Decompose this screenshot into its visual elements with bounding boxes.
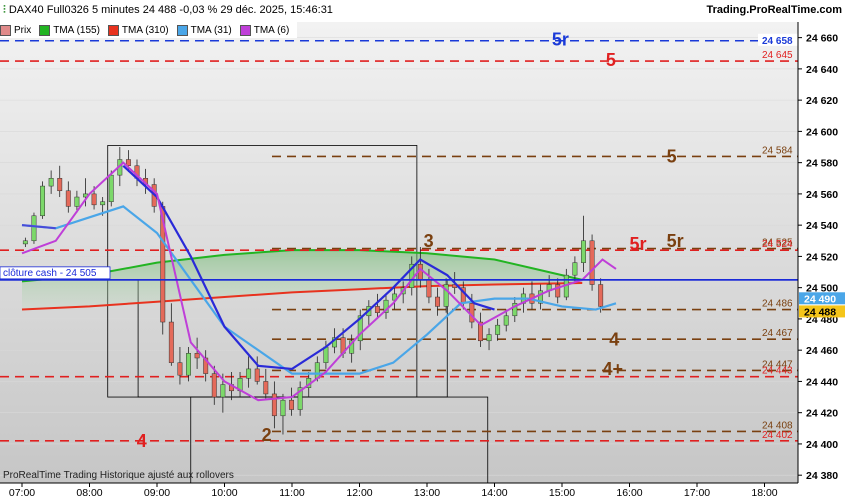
legend-swatch-icon [176, 24, 188, 36]
candle-body [503, 315, 509, 326]
candle-body [374, 306, 380, 313]
y-tick-label: 24 600 [806, 126, 838, 138]
candle-body [289, 399, 295, 410]
level-label: 24 645 [762, 50, 793, 61]
candle-body [22, 240, 28, 245]
level-label: 24 402 [762, 430, 793, 441]
wave-annotation: 4 [609, 329, 619, 349]
y-tick-label: 24 560 [806, 189, 838, 201]
wave-annotation: 5r [630, 234, 647, 254]
candle-body [589, 240, 595, 285]
level-label: 24 467 [762, 328, 793, 339]
candle-body [177, 362, 183, 376]
wave-annotation: 5r [667, 231, 684, 251]
wave-annotation: 5r [552, 29, 569, 49]
candle-body [263, 381, 269, 395]
legend-item-tma310[interactable]: TMA (310) [107, 24, 169, 36]
candle-body [581, 240, 586, 263]
candle-body [426, 279, 432, 298]
candle-body [435, 296, 440, 307]
candle-body [323, 346, 329, 363]
candle-body [65, 190, 71, 207]
candle-body [572, 262, 578, 276]
candle-body [100, 201, 106, 206]
candle-body [495, 324, 501, 335]
footer-note: ProRealTime Trading Historique ajusté au… [3, 470, 234, 481]
level-label: 24 486 [762, 299, 793, 310]
y-tick-label: 24 440 [806, 376, 838, 388]
level-label: 24 524 [762, 239, 793, 250]
level-label: 24 443 [762, 366, 793, 377]
x-tick-label: 12:00 [346, 487, 372, 499]
y-tick-label: 24 620 [806, 95, 838, 107]
x-tick-label: 17:00 [684, 487, 710, 499]
candle-body [40, 185, 45, 217]
candle-body [57, 178, 63, 192]
y-tick-label: 24 380 [806, 470, 838, 482]
legend-item-tma155[interactable]: TMA (155) [39, 24, 100, 36]
legend-swatch-icon [239, 24, 251, 36]
wave-annotation: 5 [667, 147, 677, 167]
legend-item-price[interactable]: Prix [0, 24, 31, 36]
x-tick-label: 15:00 [549, 487, 575, 499]
y-tick-label: 24 660 [806, 33, 838, 45]
price-tag-label: 24 488 [804, 306, 836, 318]
x-tick-label: 16:00 [616, 487, 642, 499]
candle-body [168, 321, 174, 363]
indicator-legend: Prix TMA (155) TMA (310) TMA (31) TMA (6… [0, 22, 298, 38]
legend-swatch-icon [39, 24, 51, 36]
candle-body [48, 178, 54, 187]
y-tick-label: 24 520 [806, 251, 838, 263]
y-tick-label: 24 640 [806, 64, 838, 76]
x-tick-label: 07:00 [9, 487, 35, 499]
cash-close-label: clôture cash - 24 505 [3, 268, 97, 279]
x-tick-label: 13:00 [414, 487, 440, 499]
wave-annotation: 2 [262, 425, 272, 445]
legend-swatch-icon [0, 24, 11, 36]
level-label: 24 658 [762, 36, 793, 47]
x-tick-label: 08:00 [76, 487, 102, 499]
legend-swatch-icon [107, 24, 119, 36]
x-tick-label: 11:00 [279, 487, 305, 499]
wave-annotation: 4+ [603, 359, 624, 379]
chart-title: ⫶ DAX40 Full0326 5 minutes 24 488 -0,03 … [3, 4, 333, 17]
x-tick-label: 14:00 [481, 487, 507, 499]
brand-label: Trading.ProRealTime.com [706, 4, 842, 16]
y-tick-label: 24 460 [806, 345, 838, 357]
y-tick-label: 24 580 [806, 158, 838, 170]
wave-annotation: 4 [137, 431, 147, 451]
x-tick-label: 09:00 [144, 487, 170, 499]
candle-body [254, 368, 260, 382]
legend-item-tma31[interactable]: TMA (31) [176, 24, 232, 36]
candle-body [280, 399, 286, 417]
candle-body [271, 393, 277, 417]
app-logo-icon: ⫶ [3, 4, 6, 16]
candle-body [186, 353, 191, 376]
candle-body [211, 373, 217, 398]
candle-body [74, 196, 80, 207]
price-chart[interactable]: 24 38024 40024 42024 44024 46024 48024 5… [0, 0, 850, 500]
candle-body [91, 193, 97, 206]
candle-body [31, 215, 37, 242]
y-tick-label: 24 540 [806, 220, 838, 232]
candle-body [220, 384, 226, 398]
x-tick-label: 18:00 [751, 487, 777, 499]
candle-body [486, 334, 492, 342]
candle-body [598, 284, 604, 307]
candle-body [194, 353, 200, 359]
price-tag-label: 24 490 [804, 293, 836, 305]
candle-body [246, 368, 252, 379]
level-label: 24 584 [762, 145, 793, 156]
legend-item-tma6[interactable]: TMA (6) [239, 24, 289, 36]
x-tick-label: 10:00 [211, 487, 237, 499]
y-tick-label: 24 400 [806, 439, 838, 451]
instrument-title: DAX40 Full0326 5 minutes 24 488 -0,03 % … [8, 4, 333, 16]
chart-window: 24 380 24 400 24 420 24 440 24 460 24 480 24 5… [0, 0, 850, 500]
wave-annotation: 5 [606, 50, 616, 70]
wave-annotation: 3 [424, 231, 434, 251]
candle-body [108, 174, 114, 202]
y-tick-label: 24 420 [806, 408, 838, 420]
candle-body [469, 303, 475, 323]
